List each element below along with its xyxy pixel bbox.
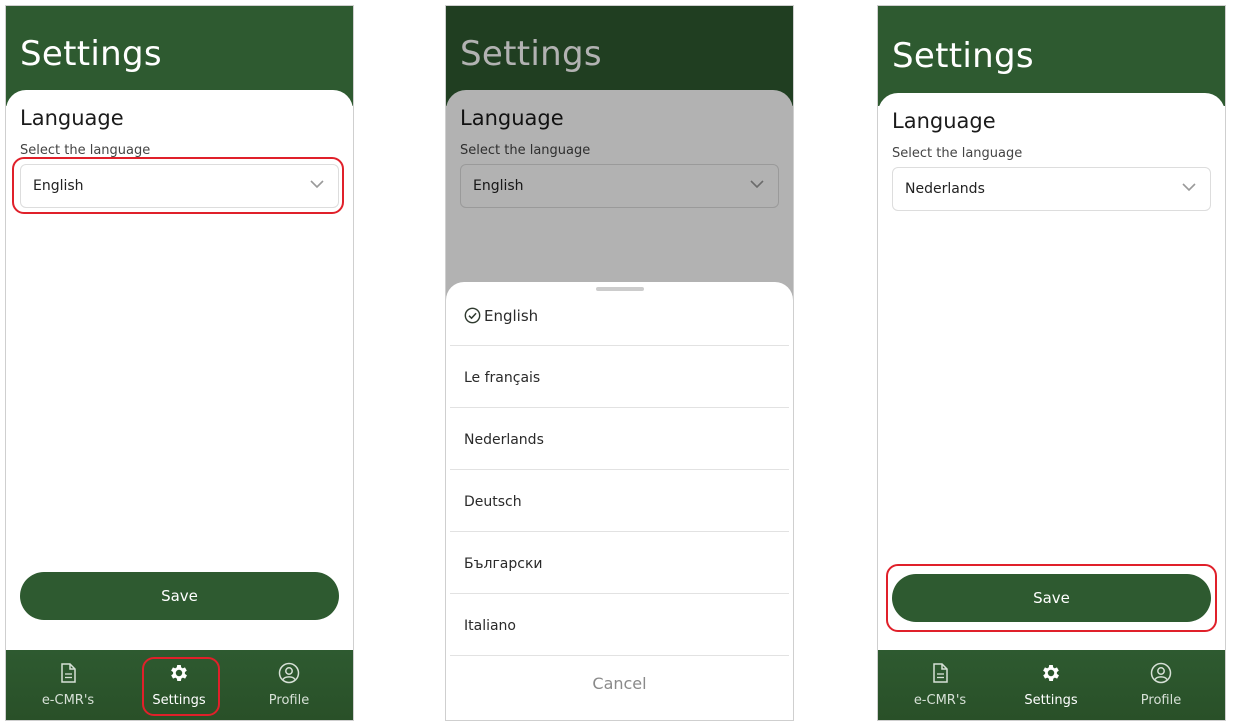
section-title-language: Language — [20, 106, 124, 130]
page-title: Settings — [892, 36, 1034, 76]
option-label: English — [484, 307, 539, 325]
language-field-label: Select the language — [892, 146, 1023, 161]
language-option-french[interactable]: Le français — [450, 346, 789, 408]
option-label: Български — [464, 556, 543, 572]
language-option-german[interactable]: Deutsch — [450, 470, 789, 532]
language-option-dutch[interactable]: Nederlands — [450, 408, 789, 470]
tab-label: e-CMR's — [41, 693, 95, 708]
tab-profile[interactable]: Profile — [1111, 650, 1211, 720]
document-icon — [61, 663, 76, 683]
tab-settings[interactable]: Settings — [1001, 650, 1101, 720]
user-circle-icon — [1150, 662, 1172, 684]
option-label: Italiano — [464, 618, 516, 634]
user-circle-icon — [278, 662, 300, 684]
gear-icon — [1043, 665, 1059, 681]
check-circle-icon — [464, 307, 481, 324]
page-title: Settings — [20, 34, 162, 74]
section-title-language: Language — [892, 109, 996, 133]
language-option-bulgarian[interactable]: Български — [450, 532, 789, 594]
settings-screen-updated: Settings Language Select the language Ne… — [877, 5, 1226, 721]
language-option-italian[interactable]: Italiano — [450, 594, 789, 656]
cancel-button[interactable]: Cancel — [450, 654, 789, 714]
app-header: Settings — [878, 6, 1225, 106]
tab-ecmrs[interactable]: e-CMR's — [890, 650, 990, 720]
tab-label: Profile — [268, 693, 310, 708]
highlight-save-button — [886, 564, 1217, 632]
tab-label: e-CMR's — [913, 693, 967, 708]
bottom-tab-bar: e-CMR's Settings Profile — [878, 650, 1225, 720]
language-option-english[interactable]: English — [450, 284, 789, 346]
save-button[interactable]: Save — [20, 572, 339, 620]
language-picker-screen: Settings Language Select the language En… — [445, 5, 794, 721]
chevron-down-icon — [1182, 183, 1196, 192]
language-bottom-sheet: English Le français Nederlands Deutsch Б… — [446, 282, 793, 720]
language-select[interactable]: Nederlands — [892, 167, 1211, 211]
option-label: Le français — [464, 370, 541, 386]
settings-screen-default: Settings Language Select the language En… — [5, 5, 354, 721]
language-field-label: Select the language — [20, 143, 151, 158]
option-label: Deutsch — [464, 494, 522, 510]
tab-profile[interactable]: Profile — [239, 650, 339, 720]
tab-label: Settings — [1024, 693, 1078, 708]
tab-label: Profile — [1140, 693, 1182, 708]
language-select-value: Nederlands — [905, 181, 985, 197]
tab-ecmrs[interactable]: e-CMR's — [18, 650, 118, 720]
highlight-settings-tab — [142, 657, 220, 716]
option-label: Nederlands — [464, 432, 544, 448]
highlight-language-select — [12, 157, 344, 214]
document-icon — [933, 663, 948, 683]
